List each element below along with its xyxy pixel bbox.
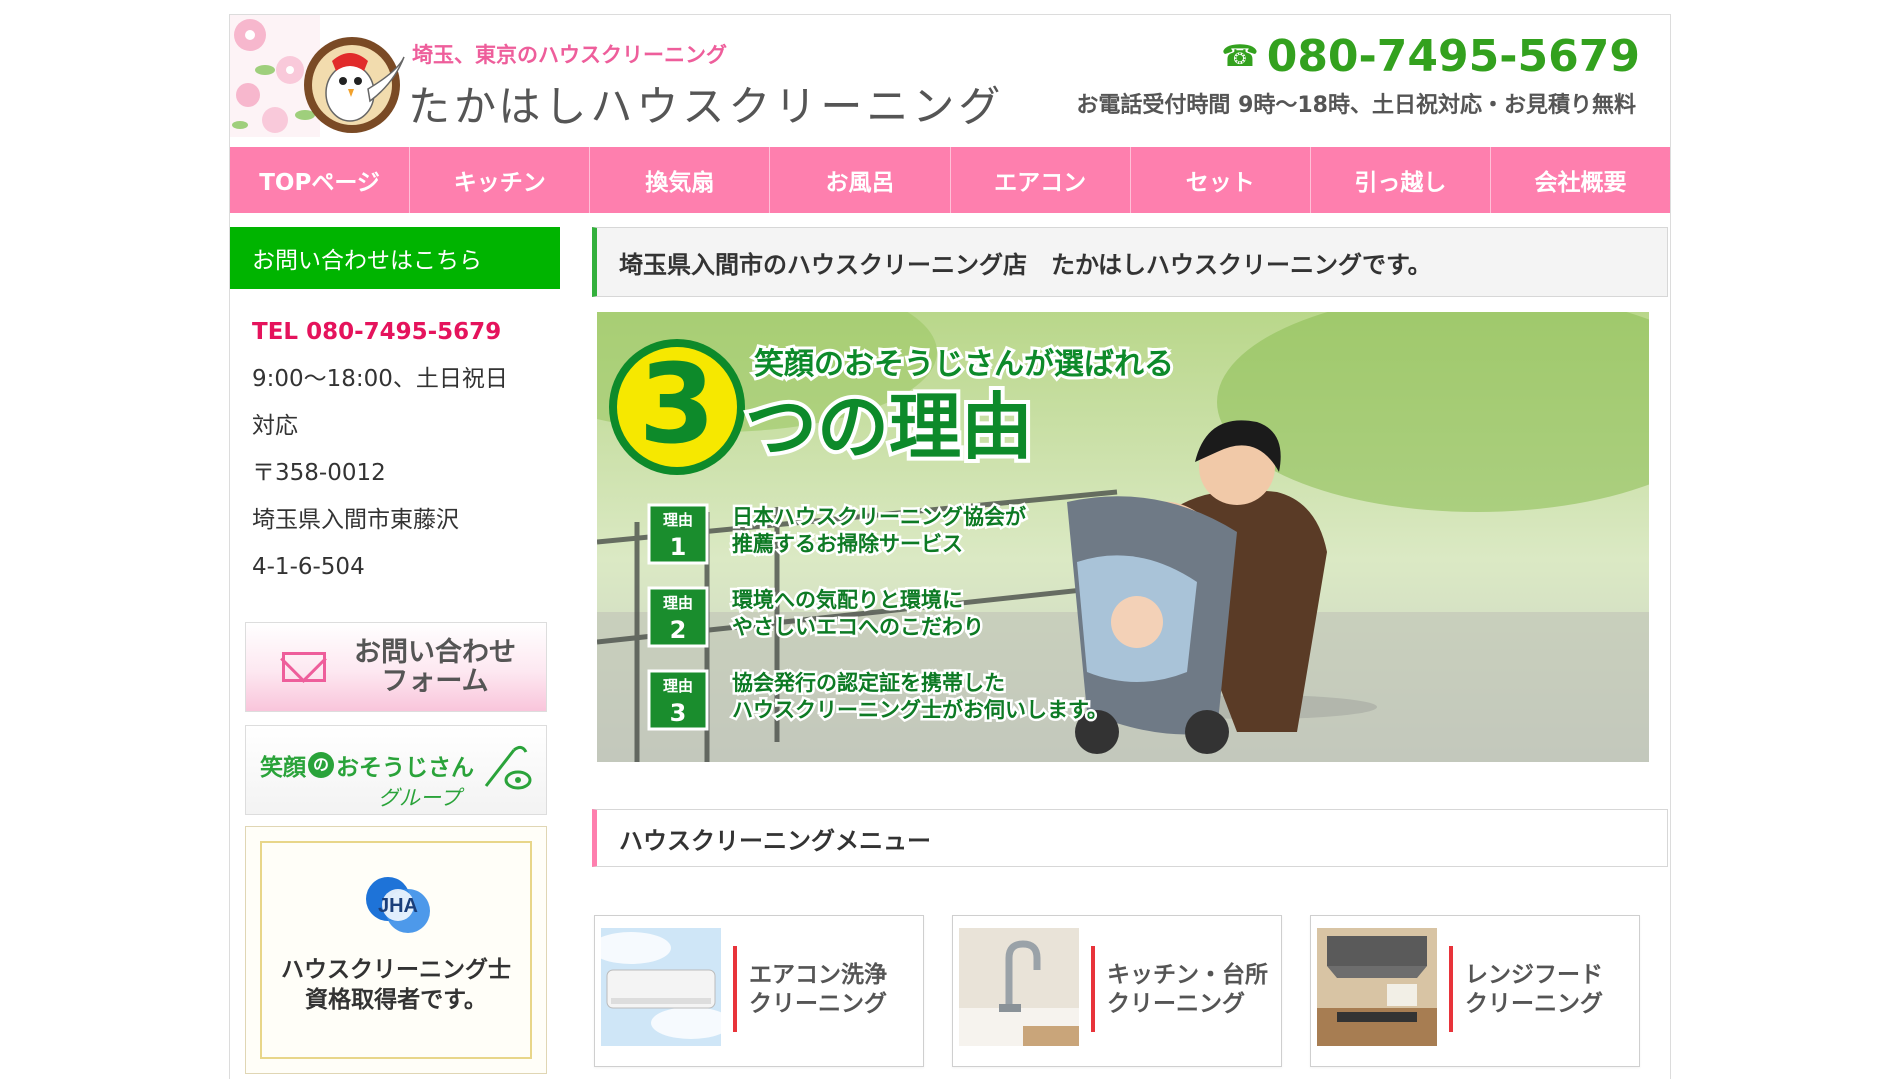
- sidebar-hours-1: 9:00〜18:00、土日祝日: [252, 366, 508, 392]
- menu-card-aircon-label: エアコン洗浄 クリーニング: [749, 961, 887, 1019]
- reason-3-line-2: ハウスクリーニング士がお伺いします。: [732, 698, 1108, 722]
- page-title: 埼玉県入間市のハウスクリーニング店 たかはしハウスクリーニングです。: [592, 227, 1668, 297]
- certification-text: ハウスクリーニング士 資格取得者です。: [246, 955, 546, 1015]
- menu-card-divider: [1091, 946, 1095, 1032]
- contact-form-banner[interactable]: お問い合わせ フォーム: [245, 622, 547, 712]
- certification-banner[interactable]: JHA ハウスクリーニング士 資格取得者です。: [245, 826, 547, 1074]
- header-phone-number: 080-7495-5679: [1266, 31, 1640, 82]
- reason-3-line-1: 協会発行の認定証を携帯した: [732, 671, 1005, 695]
- hero-title: つの理由: [745, 385, 1033, 469]
- menu-card-aircon[interactable]: エアコン洗浄 クリーニング: [594, 915, 924, 1067]
- nav-item-bath[interactable]: お風呂: [770, 147, 951, 213]
- nav-item-moving[interactable]: 引っ越し: [1311, 147, 1491, 213]
- certification-line-1: ハウスクリーニング士: [281, 957, 511, 983]
- main-nav: TOPページ キッチン 換気扇 お風呂 エアコン セット 引っ越し 会社概要: [230, 147, 1670, 213]
- nav-item-top[interactable]: TOPページ: [230, 147, 411, 213]
- sidebar-hours-2: 対応: [252, 413, 298, 439]
- nav-item-fan[interactable]: 換気扇: [590, 147, 771, 213]
- site-header: 埼玉、東京のハウスクリーニング たかはしハウスクリーニング ☎ 080-7495…: [230, 15, 1670, 137]
- header-hours: お電話受付時間 9時〜18時、土日祝対応・お見積り無料: [1076, 93, 1636, 118]
- mail-icon: [282, 652, 326, 682]
- menu-card-divider: [733, 946, 737, 1032]
- menu-heading: ハウスクリーニングメニュー: [592, 809, 1668, 867]
- sidebar-address-1: 埼玉県入間市東藤沢: [252, 507, 459, 533]
- smile-cleaning-group-banner[interactable]: 笑顔 の おそうじさん グループ: [245, 725, 547, 815]
- menu-list: エアコン洗浄 クリーニング キッチン・台所 クリーニング レンジフード クリーニ…: [594, 915, 1670, 1067]
- nav-item-kitchen[interactable]: キッチン: [410, 147, 591, 213]
- menu-card-kitchen-line-1: キッチン・台所: [1107, 962, 1268, 988]
- sidebar-postal: 〒358-0012: [252, 460, 386, 486]
- menu-card-divider: [1449, 946, 1453, 1032]
- contact-form-line-1: お問い合わせ: [354, 637, 516, 668]
- aircon-thumbnail: [601, 928, 721, 1046]
- sidebar-tel[interactable]: TEL 080-7495-5679: [252, 309, 560, 356]
- menu-card-rangehood-label: レンジフード クリーニング: [1465, 961, 1603, 1019]
- reason-2-number: 2: [670, 616, 687, 644]
- main-content: 埼玉県入間市のハウスクリーニング店 たかはしハウスクリーニングです。 3 笑顔の…: [592, 227, 1668, 1067]
- nav-item-set[interactable]: セット: [1131, 147, 1311, 213]
- hero-tagline: 笑顔のおそうじさんが選ばれる: [754, 347, 1174, 382]
- site-title[interactable]: たかはしハウスクリーニング: [408, 73, 1004, 134]
- menu-card-kitchen[interactable]: キッチン・台所 クリーニング: [952, 915, 1282, 1067]
- vacuum-cleaner-icon: [484, 745, 532, 790]
- jha-logo-text: JHA: [378, 895, 418, 917]
- reason-2-line-2: やさしいエコへのこだわり: [732, 615, 984, 639]
- group-banner-part-3: おそうじさん: [336, 755, 474, 781]
- header-subtitle: 埼玉、東京のハウスクリーニング: [412, 43, 727, 67]
- page: 埼玉、東京のハウスクリーニング たかはしハウスクリーニング ☎ 080-7495…: [229, 14, 1671, 1079]
- reason-1-label: 理由: [663, 511, 693, 529]
- jha-logo: JHA: [366, 877, 430, 933]
- hero-banner[interactable]: 3 笑顔のおそうじさんが選ばれる つの理由 理由 1 日本ハウスクリーニング協会…: [597, 312, 1649, 762]
- nav-item-company[interactable]: 会社概要: [1491, 147, 1670, 213]
- reason-2-label: 理由: [663, 594, 693, 612]
- bird-mascot-icon: [304, 37, 405, 133]
- reason-1-line-2: 推薦するお掃除サービス: [732, 532, 963, 556]
- reason-1-line-1: 日本ハウスクリーニング協会が: [732, 505, 1026, 529]
- range-hood-thumbnail: [1317, 928, 1437, 1046]
- reason-3-number: 3: [670, 699, 687, 727]
- contact-info: TEL 080-7495-5679 9:00〜18:00、土日祝日 対応 〒35…: [230, 289, 560, 591]
- menu-card-aircon-line-1: エアコン洗浄: [749, 962, 887, 988]
- group-banner-part-1: 笑顔: [260, 755, 306, 781]
- sidebar: お問い合わせはこちら TEL 080-7495-5679 9:00〜18:00、…: [230, 227, 560, 1074]
- menu-card-rangehood[interactable]: レンジフード クリーニング: [1310, 915, 1640, 1067]
- sidebar-address-2: 4-1-6-504: [252, 554, 365, 580]
- kitchen-faucet-thumbnail: [959, 928, 1079, 1046]
- reason-1-number: 1: [670, 533, 687, 561]
- reason-2-line-1: 環境への気配りと環境に: [732, 588, 963, 612]
- hero-number: 3: [639, 340, 716, 468]
- contact-form-label: お問い合わせ フォーム: [354, 638, 516, 696]
- contact-form-line-2: フォーム: [381, 666, 489, 697]
- menu-card-kitchen-line-2: クリーニング: [1107, 991, 1245, 1017]
- reason-3-label: 理由: [663, 677, 693, 695]
- menu-card-rangehood-line-1: レンジフード: [1465, 962, 1603, 988]
- nav-item-aircon[interactable]: エアコン: [951, 147, 1131, 213]
- telephone-icon: ☎: [1221, 39, 1259, 74]
- header-phone[interactable]: ☎ 080-7495-5679: [1221, 31, 1640, 82]
- certification-line-2: 資格取得者です。: [305, 987, 487, 1013]
- group-banner-part-2: の: [308, 752, 334, 778]
- sidebar-heading: お問い合わせはこちら: [230, 227, 560, 289]
- menu-card-kitchen-label: キッチン・台所 クリーニング: [1107, 961, 1268, 1019]
- menu-card-aircon-line-2: クリーニング: [749, 991, 887, 1017]
- menu-card-rangehood-line-2: クリーニング: [1465, 991, 1603, 1017]
